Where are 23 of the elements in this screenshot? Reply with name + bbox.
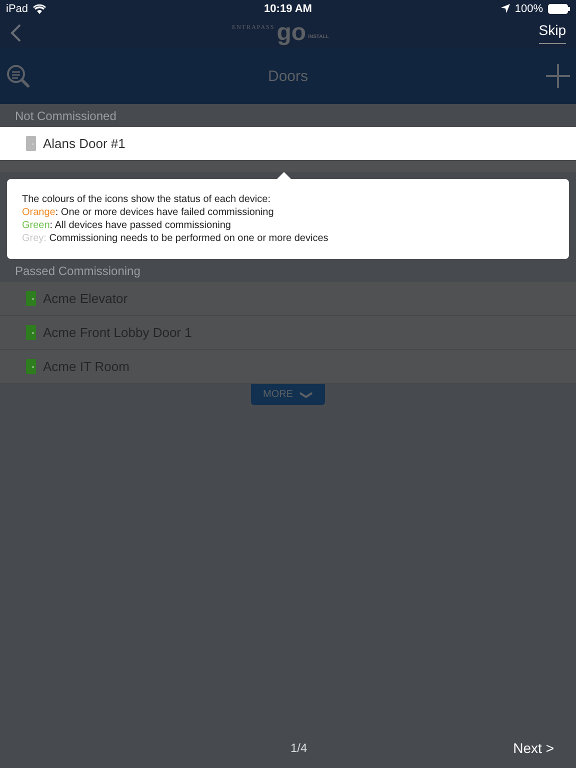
next-button[interactable]: Next > [507, 739, 560, 757]
search-icon[interactable] [6, 64, 30, 88]
back-icon[interactable] [10, 24, 22, 42]
section-header: Not Commissioned [14, 108, 118, 124]
battery-icon [548, 4, 570, 14]
wifi-icon [33, 4, 46, 14]
more-button[interactable]: MORE [251, 384, 325, 405]
battery-text: 100% [514, 2, 543, 14]
carrier-text: iPad [6, 2, 28, 14]
location-arrow-icon [500, 4, 510, 13]
page-indicator: 1/4 [290, 741, 308, 755]
logo-mark: go [276, 22, 306, 44]
legend-line: Green: All devices have passed commissioning [22, 219, 232, 232]
tooltip-text: The colours of the icons show the status of each device: [22, 193, 272, 206]
chevron-down-icon [299, 392, 313, 398]
skip-button[interactable]: Skip [538, 22, 566, 44]
page-title: Doors [268, 68, 308, 84]
clock-text: 10:19 AM [264, 2, 312, 14]
door-row[interactable]: Alans Door #1 [0, 127, 576, 161]
section-header: Passed Commissioning [14, 262, 142, 280]
legend-line: Orange: One or more devices have failed commissioning [22, 206, 275, 219]
add-icon[interactable] [546, 64, 570, 88]
door-name: Alans Door #1 [43, 136, 126, 151]
